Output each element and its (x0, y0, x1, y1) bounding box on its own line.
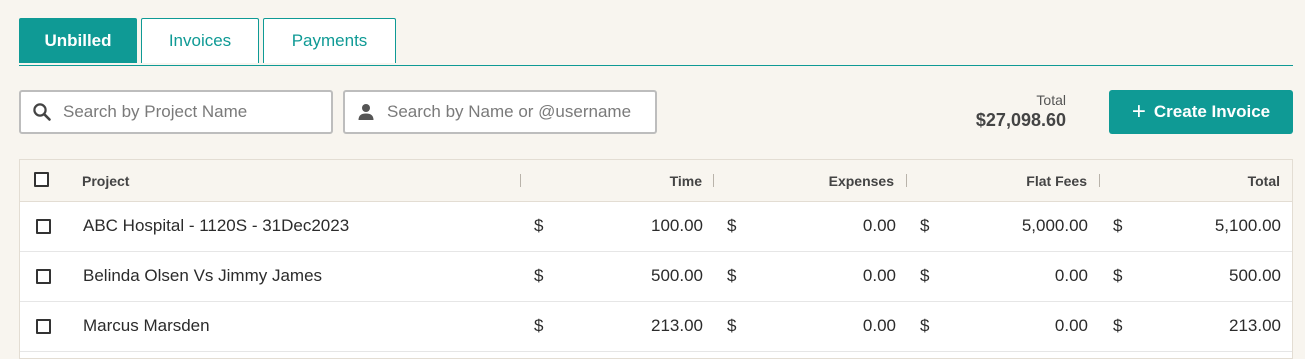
total-amount: 5,100.00 (1214, 216, 1281, 235)
flat-fees-amount: 5,000.00 (1021, 216, 1088, 235)
header-expenses[interactable]: Expenses (734, 160, 894, 201)
currency-symbol: $ (727, 216, 737, 235)
currency-symbol: $ (1113, 316, 1123, 335)
tab-unbilled[interactable]: Unbilled (19, 18, 137, 63)
project-name[interactable]: ABC Hospital - 1120S - 31Dec2023 (83, 201, 349, 251)
currency-symbol: $ (534, 216, 544, 235)
create-invoice-label: Create Invoice (1153, 102, 1271, 121)
currency-symbol: $ (920, 316, 930, 335)
name-search-input[interactable] (387, 102, 655, 122)
currency-symbol: $ (534, 316, 544, 335)
name-search-box (343, 90, 657, 134)
currency-symbol: $ (727, 266, 737, 285)
tab-invoices[interactable]: Invoices (141, 18, 259, 63)
time-amount: 213.00 (651, 316, 703, 335)
row-checkbox[interactable] (36, 219, 51, 234)
header-flat-fees[interactable]: Flat Fees (926, 160, 1087, 201)
project-name[interactable]: Marcus Marsden (83, 301, 210, 351)
time-amount: 500.00 (651, 266, 703, 285)
flat-fees-amount: 0.00 (1054, 266, 1088, 285)
plus-icon: + (1131, 98, 1146, 125)
project-search-box (19, 90, 333, 134)
total-amount: 213.00 (1229, 316, 1281, 335)
currency-symbol: $ (727, 316, 737, 335)
column-resizer[interactable] (520, 174, 521, 187)
row-checkbox[interactable] (36, 269, 51, 284)
currency-symbol: $ (534, 266, 544, 285)
search-icon (21, 102, 63, 122)
header-total[interactable]: Total (1120, 160, 1280, 201)
total-amount: 500.00 (1229, 266, 1281, 285)
column-resizer[interactable] (906, 174, 907, 187)
select-all-checkbox[interactable] (34, 172, 49, 187)
currency-symbol: $ (920, 216, 930, 235)
total-value: $27,098.60 (975, 110, 1066, 130)
currency-symbol: $ (920, 266, 930, 285)
currency-symbol: $ (1113, 216, 1123, 235)
row-checkbox[interactable] (36, 319, 51, 334)
table-row[interactable]: ABC Hospital - 1120S - 31Dec2023 $ 100.0… (20, 201, 1292, 252)
expenses-amount: 0.00 (862, 316, 896, 335)
table-row[interactable]: Belinda Olsen Vs Jimmy James $ 500.00 $ … (20, 251, 1292, 302)
header-time[interactable]: Time (540, 160, 702, 201)
unbilled-table: Project Time Expenses Flat Fees Total AB… (19, 159, 1293, 359)
header-project[interactable]: Project (82, 160, 129, 201)
time-amount: 100.00 (651, 216, 703, 235)
table-header: Project Time Expenses Flat Fees Total (20, 160, 1292, 202)
user-icon (345, 103, 387, 121)
tab-bar: Unbilled Invoices Payments (19, 18, 1293, 66)
project-name[interactable]: Belinda Olsen Vs Jimmy James (83, 251, 322, 301)
column-resizer[interactable] (713, 174, 714, 187)
table-row[interactable]: Marcus Marsden $ 213.00 $ 0.00 $ 0.00 $ … (20, 301, 1292, 352)
tab-payments[interactable]: Payments (263, 18, 396, 63)
flat-fees-amount: 0.00 (1054, 316, 1088, 335)
project-search-input[interactable] (63, 102, 331, 122)
create-invoice-button[interactable]: + Create Invoice (1109, 90, 1293, 134)
total-label: Total (1036, 92, 1066, 108)
expenses-amount: 0.00 (862, 266, 896, 285)
expenses-amount: 0.00 (862, 216, 896, 235)
total-summary: Total $27,098.60 (976, 92, 1066, 132)
currency-symbol: $ (1113, 266, 1123, 285)
column-resizer[interactable] (1099, 174, 1100, 187)
